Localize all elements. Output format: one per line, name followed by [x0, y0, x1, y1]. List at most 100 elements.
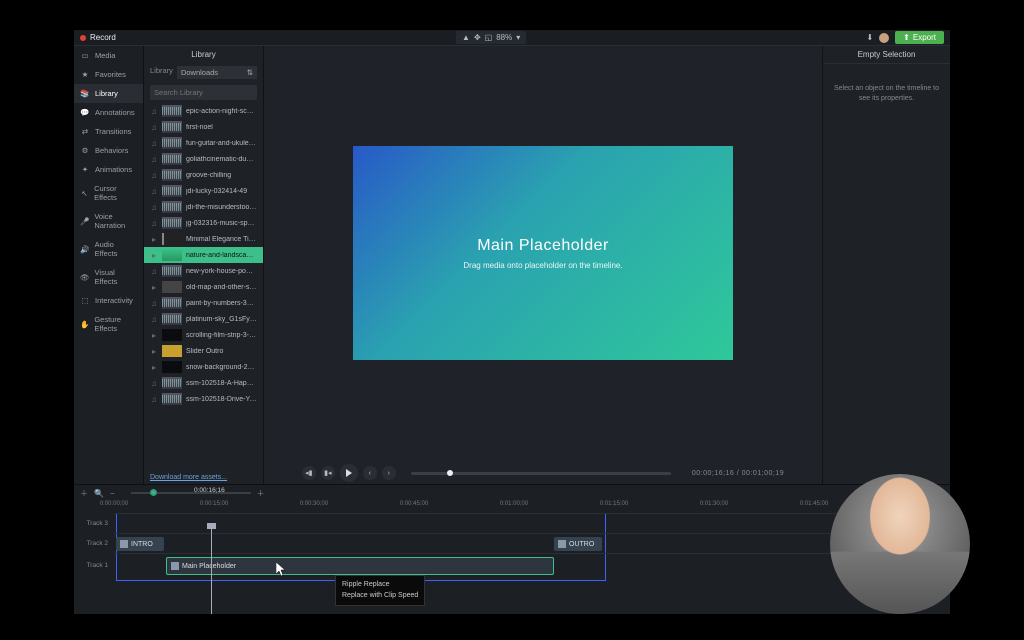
- sidebar-item-anim[interactable]: ✦Animations: [74, 160, 143, 179]
- prev-frame-button[interactable]: ◂▮: [302, 466, 316, 480]
- library-item[interactable]: ♫jdi-lucky-032414-49: [144, 183, 263, 199]
- clip-intro[interactable]: INTRO: [116, 537, 164, 551]
- timeline-tracks: Track 3 Track 2 INTRO OUTRO Track 1: [74, 513, 950, 614]
- record-button[interactable]: Record: [80, 33, 116, 42]
- tooltip-line-1[interactable]: Ripple Replace: [342, 580, 418, 591]
- library-item[interactable]: ▸scrolling-film-strip-3-transpa...: [144, 327, 263, 343]
- clip-main-placeholder[interactable]: Main Placeholder: [166, 557, 554, 575]
- track-label: Track 3: [74, 520, 114, 527]
- canvas-viewport[interactable]: Main Placeholder Drag media onto placeho…: [264, 46, 822, 460]
- sidebar-item-behav[interactable]: ⚙Behaviors: [74, 141, 143, 160]
- track-lane[interactable]: INTRO OUTRO: [114, 533, 950, 553]
- track-label: Track 1: [74, 562, 114, 569]
- sidebar-item-voice[interactable]: 🎤Voice Narration: [74, 207, 143, 235]
- sidebar-item-media[interactable]: ▭Media: [74, 46, 143, 65]
- step-fwd-button[interactable]: ‹: [363, 466, 377, 480]
- library-item[interactable]: ▸nature-and-landscape-conc...: [144, 247, 263, 263]
- library-item[interactable]: ▸Slider Outro: [144, 343, 263, 359]
- library-item[interactable]: ♫ssm-102518-Drive-Your-Busi...: [144, 391, 263, 407]
- media-name: first-noel: [186, 124, 257, 131]
- library-panel: Library Library Downloads ⇅ ♫ epic-action…: [144, 46, 264, 484]
- library-item[interactable]: ♫new-york-house-power-beat...: [144, 263, 263, 279]
- media-thumbnail: [162, 249, 182, 261]
- library-item[interactable]: ♫groove-chilling: [144, 167, 263, 183]
- mouse-cursor-icon: [276, 562, 288, 578]
- media-thumbnail: [162, 201, 182, 213]
- media-thumbnail: [162, 265, 182, 277]
- library-header: Library: [144, 46, 263, 63]
- library-item[interactable]: ♫ first-noel: [144, 119, 263, 135]
- ruler-tick: 0:01:30;00: [700, 501, 728, 507]
- sidebar-item-label: Annotations: [95, 108, 135, 117]
- sidebar-item-star[interactable]: ★Favorites: [74, 65, 143, 84]
- playhead-time: 0:00:16;16: [194, 487, 225, 494]
- search-input[interactable]: [150, 85, 257, 100]
- pointer-tool-icon[interactable]: ▲: [462, 33, 470, 42]
- sidebar-item-cursor[interactable]: ↖Cursor Effects: [74, 179, 143, 207]
- timeline[interactable]: ＋ 🔍 − ＋ 0:00:16;16 0:00:00;000:00:15;000…: [74, 484, 950, 614]
- download-icon[interactable]: ⬇: [866, 33, 873, 42]
- sidebar-item-visual[interactable]: 👁Visual Effects: [74, 263, 143, 291]
- track-lane[interactable]: [114, 513, 950, 533]
- tooltip-line-2[interactable]: Replace with Clip Speed: [342, 591, 418, 602]
- sidebar-item-label: Cursor Effects: [94, 184, 137, 202]
- library-item[interactable]: ♫ssm-102518-A-Happy-Moment: [144, 375, 263, 391]
- library-list[interactable]: ♫ epic-action-night-scene-mus... ♫ first-no…: [144, 103, 263, 471]
- media-name: paint-by-numbers-30_GyqD...: [186, 300, 257, 307]
- sidebar-item-interact[interactable]: ⬚Interactivity: [74, 291, 143, 310]
- media-thumbnail: [162, 345, 182, 357]
- library-item[interactable]: ♫jdi-the-misunderstood-0323...: [144, 199, 263, 215]
- media-type-icon: ♫: [150, 107, 158, 116]
- media-thumbnail: [162, 281, 182, 293]
- crop-tool-icon[interactable]: ◱: [485, 33, 493, 42]
- sidebar-item-library[interactable]: 📚Library: [74, 84, 143, 103]
- library-item[interactable]: ▸Minimal Elegance Title 9: [144, 231, 263, 247]
- zoom-slider[interactable]: [131, 492, 251, 494]
- library-source-select[interactable]: Library Downloads ⇅: [144, 63, 263, 82]
- clip-outro[interactable]: OUTRO: [554, 537, 602, 551]
- replace-tooltip[interactable]: Ripple Replace Replace with Clip Speed: [335, 575, 425, 606]
- zoom-level[interactable]: 88%: [496, 33, 512, 42]
- sidebar-item-gesture[interactable]: ✋Gesture Effects: [74, 310, 143, 338]
- zoom-minus-icon[interactable]: −: [110, 489, 115, 498]
- sidebar-item-annot[interactable]: 💬Annotations: [74, 103, 143, 122]
- next-frame-button[interactable]: ›: [382, 466, 396, 480]
- download-more-link[interactable]: Download more assets...: [144, 471, 263, 484]
- media-thumbnail: [162, 329, 182, 341]
- timeline-ruler[interactable]: 0:00:00;000:00:15;000:00:30;000:00:45;00…: [114, 501, 950, 513]
- hand-tool-icon[interactable]: ✥: [474, 33, 481, 42]
- properties-header: Empty Selection: [823, 46, 950, 64]
- library-item[interactable]: ♫goliathcinematic-dubstep_G...: [144, 151, 263, 167]
- library-item[interactable]: ▸snow-background-2_4y8o7...: [144, 359, 263, 375]
- playhead[interactable]: [211, 529, 212, 614]
- placeholder-subtitle: Drag media onto placeholder on the timel…: [463, 261, 622, 270]
- export-button[interactable]: ⬆ Export: [895, 31, 944, 44]
- sidebar-item-audio[interactable]: 🔊Audio Effects: [74, 235, 143, 263]
- track-lane[interactable]: Main Placeholder: [114, 553, 950, 577]
- zoom-out-button[interactable]: 🔍: [94, 489, 104, 498]
- media-thumbnail: [162, 169, 182, 181]
- user-avatar[interactable]: [879, 33, 889, 43]
- sidebar-item-trans[interactable]: ⇄Transitions: [74, 122, 143, 141]
- media-type-icon: ♫: [150, 315, 158, 324]
- play-button[interactable]: [340, 464, 358, 482]
- media-type-icon: ♫: [150, 123, 158, 132]
- zoom-chevron-icon[interactable]: ▾: [516, 33, 520, 42]
- library-item[interactable]: ♫jg-032316-music-sports-stad...: [144, 215, 263, 231]
- library-item[interactable]: ♫platinum-sky_G1sFy8B_...: [144, 311, 263, 327]
- add-track-button[interactable]: ＋: [80, 488, 88, 499]
- library-item[interactable]: ♫paint-by-numbers-30_GyqD...: [144, 295, 263, 311]
- canvas-placeholder[interactable]: Main Placeholder Drag media onto placeho…: [353, 146, 733, 360]
- step-back-button[interactable]: ▮◂: [321, 466, 335, 480]
- library-item[interactable]: ♫fun-guitar-and-ukulele-full_...: [144, 135, 263, 151]
- app-window: Record ▲ ✥ ◱ 88% ▾ ⬇ ⬆ Export ▭Media★Fav…: [74, 30, 950, 614]
- clip-thumb-icon: [171, 562, 179, 570]
- zoom-plus-icon[interactable]: ＋: [257, 488, 265, 499]
- media-type-icon: ♫: [150, 171, 158, 180]
- library-item[interactable]: ▸old-map-and-other-stuff_rjy...: [144, 279, 263, 295]
- media-name: epic-action-night-scene-mus...: [186, 108, 257, 115]
- library-search[interactable]: [150, 85, 257, 100]
- clip-thumb-icon: [120, 540, 128, 548]
- scrub-bar[interactable]: [411, 472, 671, 475]
- library-item[interactable]: ♫ epic-action-night-scene-mus...: [144, 103, 263, 119]
